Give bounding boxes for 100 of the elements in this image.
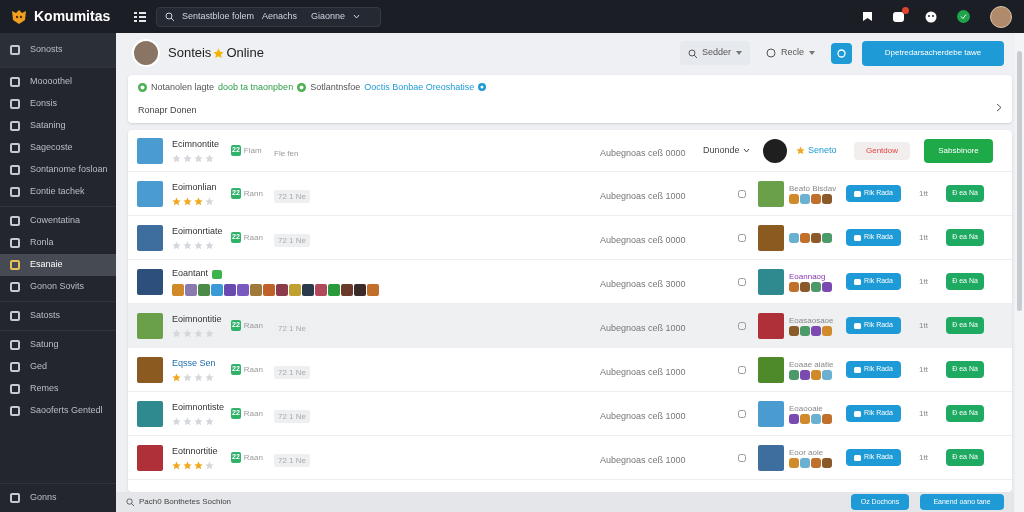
star-icon: [205, 329, 214, 339]
star-icon: [194, 417, 203, 427]
date-text: Aubegnoas ceß 1000: [600, 410, 686, 421]
check-circle-icon[interactable]: [957, 10, 970, 23]
tag-label: 72 1 Ne: [274, 453, 311, 467]
filter-dropdown[interactable]: Sedder: [679, 41, 750, 65]
star-icon: [205, 197, 214, 207]
square-icon: [10, 311, 20, 321]
square-icon: [10, 216, 20, 226]
date-text: Aubegnoas ceß 1000: [600, 454, 686, 465]
star-icon: [205, 373, 214, 383]
date-text: Aubegnoas ceß 3000: [600, 278, 686, 289]
message-icon[interactable]: [893, 10, 905, 23]
caption-text: Eoasaosaoe: [789, 315, 835, 325]
count-text: 1tt: [919, 231, 928, 244]
star-icon: [205, 154, 214, 164]
item-name: Ecimnontite: [172, 137, 221, 151]
sidebar-item[interactable]: Satung: [0, 334, 116, 356]
star-icon: [172, 461, 181, 471]
square-icon: [10, 187, 20, 197]
photo-placeholder: [137, 356, 163, 383]
square-icon: [10, 260, 20, 270]
badge-label: Rann: [243, 187, 263, 200]
square-icon: [10, 238, 20, 248]
date-text: Aubegnoas ceß 0000: [600, 234, 686, 245]
item-name: Eoimnontitie: [172, 312, 223, 326]
item-name: Eoimnontiste: [172, 400, 226, 414]
square-icon: [10, 406, 20, 416]
sidebar-item[interactable]: Moooothel: [0, 71, 116, 93]
sidebar-item[interactable]: Sontanome fosloan: [0, 159, 116, 181]
caption-text: Eoannaog: [789, 271, 827, 281]
notice-text: Notanolen lagte: [151, 80, 215, 94]
circle-icon: [837, 48, 846, 58]
photo-placeholder: [137, 180, 163, 207]
count-text: 1tt: [919, 363, 928, 376]
square-icon: [10, 493, 20, 503]
star-icon: [194, 329, 203, 339]
square-icon: [10, 77, 20, 87]
game-icons-drawing: [789, 369, 832, 380]
sidebar-item[interactable]: Saooferts Gentedl: [0, 400, 116, 422]
scrollbar[interactable]: [1015, 33, 1024, 512]
star-icon: [172, 417, 181, 427]
star-icon: [172, 329, 181, 339]
star-icon: [172, 197, 181, 207]
tag-label: Fle fen: [274, 148, 299, 158]
notice-link[interactable]: doob ta tnaonpben: [218, 80, 294, 94]
sidebar-item[interactable]: Eontie tachek: [0, 181, 116, 203]
star-icon: [194, 241, 203, 251]
chevron-down-icon: [742, 148, 750, 153]
count-text: 1tt: [919, 451, 928, 464]
sort-dropdown[interactable]: Recle: [760, 41, 821, 65]
star-icon: [183, 241, 192, 251]
tag-label: 72 1 Ne: [274, 409, 311, 423]
profile-name: Sonteis: [168, 44, 212, 63]
star-icon: [183, 417, 192, 427]
square-icon: [10, 121, 20, 131]
search-icon: [126, 498, 134, 506]
sidebar-item[interactable]: Cowentatina: [0, 210, 116, 232]
sidebar-item[interactable]: Satosts: [0, 305, 116, 327]
filter-dropdown[interactable]: Giaonne: [311, 9, 346, 24]
sidebar-item[interactable]: Ronla: [0, 232, 116, 254]
sidebar-item[interactable]: Gonns: [0, 487, 116, 509]
star-icon: [183, 461, 192, 471]
square-icon: [10, 165, 20, 175]
game-icons-drawing: [789, 325, 832, 336]
caret-icon: [736, 51, 742, 55]
chevron-right-icon[interactable]: [996, 103, 1002, 112]
sidebar-item[interactable]: Sataning: [0, 115, 116, 137]
item-name: Eqsse Sen: [172, 356, 217, 370]
filter-label[interactable]: Aenachs: [262, 9, 298, 24]
caret-icon: [809, 51, 815, 55]
star-icon: [205, 417, 214, 427]
smiley-icon[interactable]: [925, 10, 937, 23]
count-text: 1tt: [919, 319, 928, 332]
sidebar-item[interactable]: Sagecoste: [0, 137, 116, 159]
star-icon: [172, 241, 181, 251]
date-text: Aubegnoas ceß 1000: [600, 366, 686, 377]
ribbon-icon[interactable]: [862, 11, 873, 22]
sidebar-item[interactable]: Esanaie: [0, 254, 116, 276]
report-button[interactable]: Gentdow: [854, 141, 910, 160]
star-icon: [172, 373, 181, 383]
check-circle-icon: [138, 82, 147, 92]
sidebar-item[interactable]: Remes: [0, 378, 116, 400]
bottom-bar-text: Pach0 Bonthetes Sochion: [139, 496, 232, 508]
grid-menu-icon[interactable]: [134, 11, 146, 22]
star-icon: [194, 197, 203, 207]
sidebar-item[interactable]: Gonon Sovits: [0, 276, 116, 298]
photo-placeholder: [137, 444, 163, 471]
star-icon: [183, 154, 192, 164]
sidebar-item[interactable]: Eonsis: [0, 93, 116, 115]
sidebar-item[interactable]: Ged: [0, 356, 116, 378]
search-bar[interactable]: Sentastbloe folem Aenachs Giaonne: [156, 6, 381, 27]
photo-placeholder: [758, 400, 784, 427]
count-text: 1tt: [919, 275, 928, 288]
badge-label: Raan: [243, 363, 263, 376]
refresh-button[interactable]: [831, 42, 852, 64]
app-name: Komumitas: [34, 7, 111, 26]
star-icon: [194, 373, 203, 383]
sort-dropdown[interactable]: Dunonde: [703, 143, 753, 158]
avatar[interactable]: [990, 5, 1012, 28]
